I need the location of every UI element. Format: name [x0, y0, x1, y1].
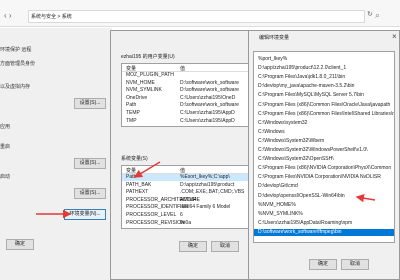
annotation-arrow — [355, 194, 376, 203]
annotation-arrow — [133, 161, 161, 178]
annotation-overlay — [36, 161, 376, 219]
